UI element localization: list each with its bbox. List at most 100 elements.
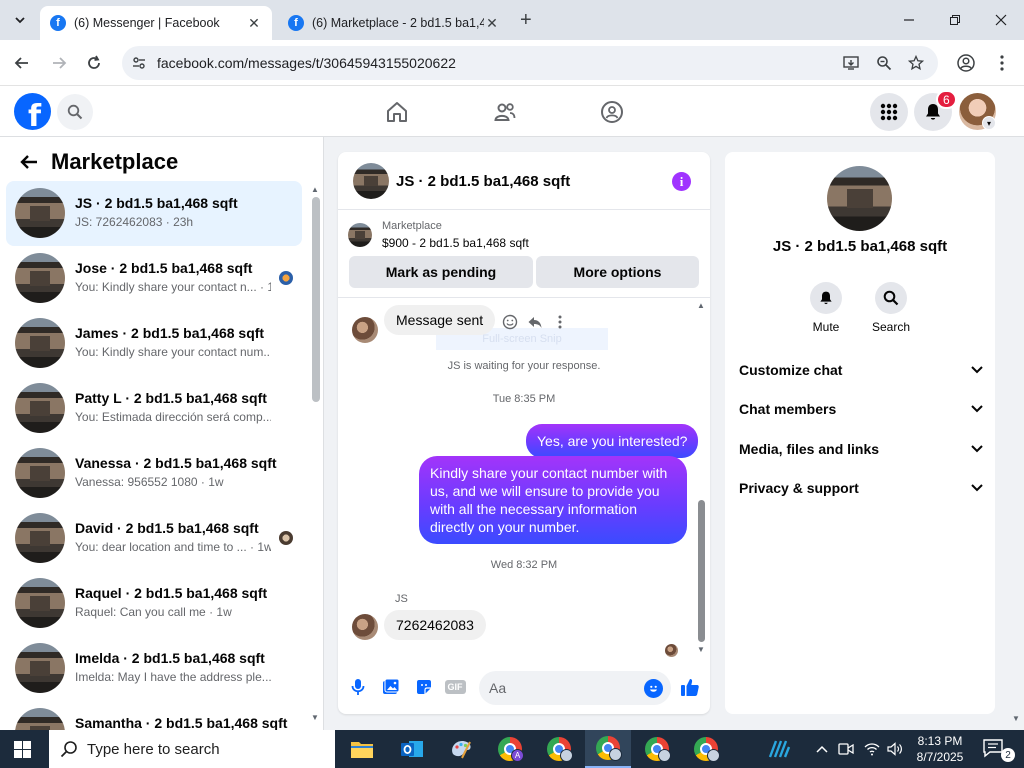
customize-chat-section[interactable]: Customize chat (739, 358, 983, 382)
browser-menu-button[interactable] (990, 51, 1014, 75)
emoji-icon[interactable] (644, 679, 663, 698)
nav-groups[interactable] (599, 99, 625, 125)
conversation-name: James · 2 bd1.5 ba1,468 sqft (75, 325, 265, 341)
volume-icon[interactable] (885, 739, 905, 759)
tray-app[interactable] (756, 730, 802, 768)
chrome-icon (694, 737, 720, 762)
mark-as-pending-button[interactable]: Mark as pending (349, 256, 533, 288)
system-clock[interactable]: 8:13 PM 8/7/2025 (912, 733, 968, 765)
conversation-item[interactable]: Vanessa · 2 bd1.5 ba1,468 sqft Vanessa: … (6, 441, 302, 506)
scrollbar-thumb[interactable] (698, 500, 705, 642)
paint-app[interactable] (438, 730, 484, 768)
chrome-profile-3[interactable] (585, 730, 631, 768)
install-app-icon[interactable] (842, 54, 860, 72)
listing-thumbnail (15, 253, 65, 303)
conversation-name: Vanessa · 2 bd1.5 ba1,468 sqft (75, 455, 277, 471)
bookmark-star-icon[interactable] (907, 54, 925, 72)
restore-button[interactable] (932, 0, 978, 40)
zoom-icon[interactable] (875, 54, 893, 72)
photo-icon[interactable] (381, 677, 401, 697)
marketplace-chats-panel: Marketplace JS · 2 bd1.5 ba1,468 sqft JS… (0, 137, 324, 730)
contact-avatar[interactable] (352, 614, 378, 640)
mute-button[interactable]: Mute (796, 282, 856, 334)
listing-thumbnail (15, 513, 65, 563)
chat-header: JS · 2 bd1.5 ba1,468 sqft i (338, 152, 710, 210)
taskbar-search[interactable]: Type here to search (49, 730, 335, 768)
scrollbar-thumb[interactable] (312, 197, 320, 402)
sticker-icon[interactable] (414, 677, 434, 697)
thumbs-up-icon[interactable] (679, 676, 701, 698)
windows-start-icon[interactable] (14, 741, 31, 758)
conversation-preview: You: Estimada dirección será comp... · 1… (75, 410, 271, 424)
nav-friends[interactable] (492, 99, 518, 125)
show-hidden-icons[interactable] (812, 739, 832, 759)
listing-thumbnail[interactable] (348, 223, 372, 247)
outlook-app[interactable] (389, 730, 435, 768)
scroll-down-arrow[interactable]: ▼ (311, 713, 319, 722)
bell-icon (810, 282, 842, 314)
reply-icon[interactable] (526, 313, 544, 331)
timestamp: Wed 8:32 PM (490, 559, 558, 571)
media-files-section[interactable]: Media, files and links (739, 437, 983, 461)
new-tab-button[interactable]: + (520, 10, 532, 30)
incoming-message: 7262462083 (384, 610, 486, 640)
conversation-item[interactable]: Patty L · 2 bd1.5 ba1,468 sqft You: Esti… (6, 376, 302, 441)
facebook-logo-icon[interactable]: f (14, 93, 51, 130)
gif-icon[interactable]: GIF (444, 677, 466, 697)
tab-search-button[interactable] (8, 8, 32, 32)
windows-taskbar: Type here to search A 8:13 PM 8/7/2025 2 (0, 730, 1024, 768)
wifi-icon[interactable] (862, 739, 882, 759)
chat-panel: JS · 2 bd1.5 ba1,468 sqft i Marketplace … (338, 152, 710, 714)
conversation-item[interactable]: JS · 2 bd1.5 ba1,468 sqft JS: 7262462083… (6, 181, 302, 246)
nav-home[interactable] (384, 99, 410, 125)
close-window-button[interactable] (978, 0, 1024, 40)
listing-thumbnail[interactable] (827, 166, 892, 231)
chrome-profile-4[interactable] (634, 730, 680, 768)
scroll-up-arrow[interactable]: ▲ (697, 301, 705, 310)
conversation-item[interactable]: James · 2 bd1.5 ba1,468 sqft You: Kindly… (6, 311, 302, 376)
contact-avatar[interactable] (352, 317, 378, 343)
microphone-icon[interactable] (348, 677, 368, 697)
tab-messenger[interactable]: f (6) Messenger | Facebook ✕ (40, 6, 272, 40)
listing-thumbnail[interactable] (353, 163, 389, 199)
profile-button[interactable] (954, 51, 978, 75)
site-info-icon[interactable] (130, 54, 148, 72)
message-input[interactable] (479, 671, 671, 705)
more-options-button[interactable]: More options (536, 256, 699, 288)
chat-members-section[interactable]: Chat members (739, 397, 983, 421)
tab-marketplace[interactable]: f (6) Marketplace - 2 bd1.5 ba1,468 sqft… (278, 6, 510, 40)
more-vertical-icon[interactable] (551, 313, 569, 331)
scroll-down-arrow[interactable]: ▼ (697, 645, 705, 654)
emoji-react-icon[interactable] (501, 313, 519, 331)
info-icon[interactable]: i (672, 172, 691, 191)
file-explorer-app[interactable] (339, 730, 385, 768)
address-bar[interactable]: facebook.com/messages/t/3064594315502062… (122, 46, 938, 80)
search-in-chat-button[interactable]: Search (861, 282, 921, 334)
chrome-profile-5[interactable] (683, 730, 729, 768)
close-icon[interactable]: ✕ (484, 15, 500, 32)
facebook-search-button[interactable] (57, 94, 93, 130)
folder-icon (351, 742, 373, 758)
conversation-item[interactable]: David · 2 bd1.5 ba1,468 sqft You: dear l… (6, 506, 302, 571)
reload-button[interactable] (82, 51, 106, 75)
privacy-support-section[interactable]: Privacy & support (739, 476, 983, 500)
scroll-up-arrow[interactable]: ▲ (311, 185, 319, 194)
conversation-item[interactable]: Raquel · 2 bd1.5 ba1,468 sqft Raquel: Ca… (6, 571, 302, 636)
listing-price[interactable]: $900 - 2 bd1.5 ba1,468 sqft (382, 236, 529, 250)
back-button[interactable] (18, 151, 40, 173)
menu-button[interactable] (870, 93, 908, 131)
scroll-down-arrow[interactable]: ▼ (1012, 714, 1020, 723)
chrome-profile-1[interactable]: A (487, 730, 533, 768)
chrome-profile-2[interactable] (536, 730, 582, 768)
conversation-item[interactable]: Samantha · 2 bd1.5 ba1,468 sqft (6, 701, 302, 730)
back-button[interactable] (10, 51, 34, 75)
meet-now-icon[interactable] (836, 739, 856, 759)
close-icon[interactable]: ✕ (246, 15, 262, 32)
conversation-item[interactable]: Imelda · 2 bd1.5 ba1,468 sqft Imelda: Ma… (6, 636, 302, 701)
conversation-item[interactable]: Jose · 2 bd1.5 ba1,468 sqft You: Kindly … (6, 246, 302, 311)
forward-button[interactable] (47, 51, 71, 75)
chat-title[interactable]: JS · 2 bd1.5 ba1,468 sqft (396, 173, 570, 190)
listing-thumbnail (15, 708, 65, 730)
minimize-button[interactable] (886, 0, 932, 40)
chevron-down-icon[interactable]: ▾ (982, 116, 996, 130)
